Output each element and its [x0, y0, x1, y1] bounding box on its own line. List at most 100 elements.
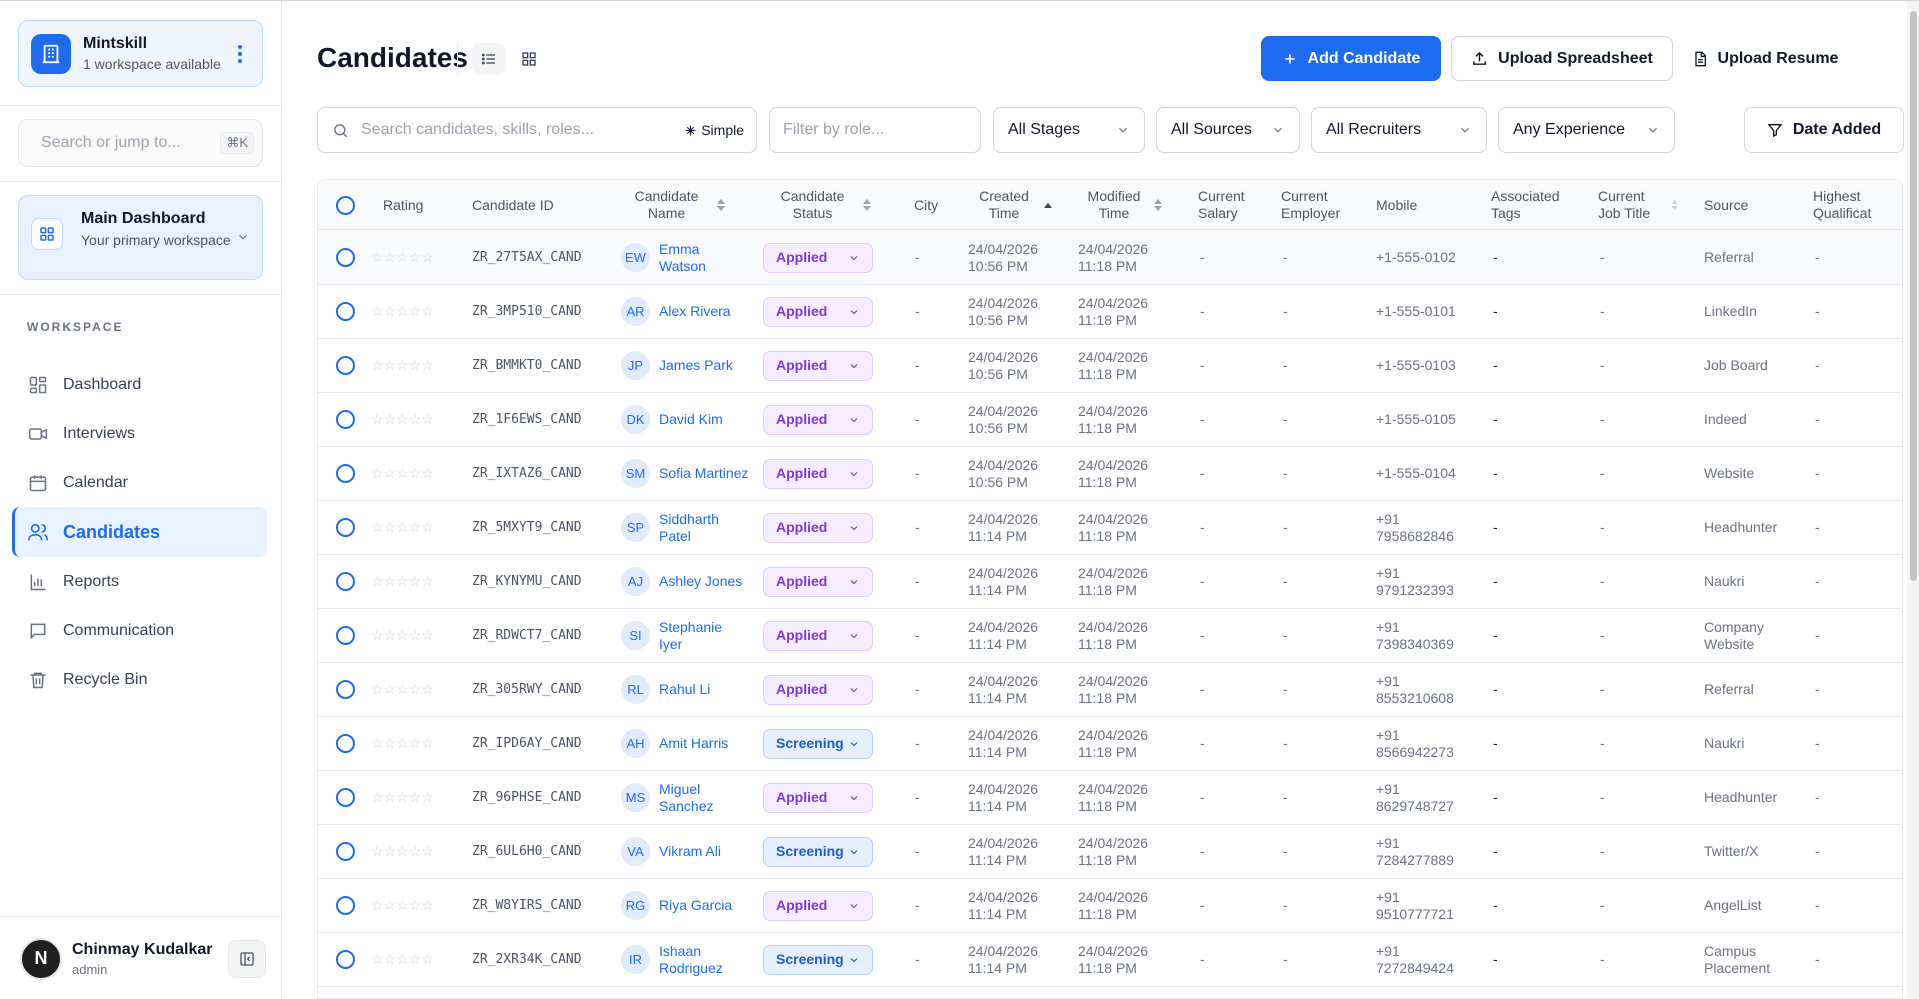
col-candidate-id[interactable]: Candidate ID: [472, 180, 554, 230]
rating-stars[interactable]: ☆☆☆☆☆: [371, 339, 434, 392]
candidate-name-cell[interactable]: DK David Kim: [621, 393, 761, 446]
table-row[interactable]: ☆☆☆☆☆ ZR_305RWY_CAND RL Rahul Li Applied - 24/…: [318, 663, 1902, 717]
col-created-time[interactable]: Created Time: [968, 180, 1058, 230]
candidate-name-cell[interactable]: SI Stephanie Iyer: [621, 609, 761, 662]
candidate-name-link[interactable]: Sofia Martinez: [659, 465, 749, 482]
user-profile[interactable]: N Chinmay Kudalkar admin: [0, 916, 281, 999]
table-row[interactable]: ☆☆☆☆☆ ZR_5MXYT9_CAND SP Siddharth Patel Appl…: [318, 501, 1902, 555]
col-candidate-name[interactable]: Candidate Name: [618, 180, 733, 230]
table-row[interactable]: ☆☆☆☆☆ ZR_IXTAZ6_CAND SM Sofia Martinez Appli…: [318, 447, 1902, 501]
candidate-name-link[interactable]: David Kim: [659, 411, 749, 428]
row-select-radio[interactable]: [336, 518, 355, 537]
row-select-radio[interactable]: [336, 950, 355, 969]
candidate-name-link[interactable]: Alex Rivera: [659, 303, 749, 320]
candidate-name-cell[interactable]: AJ Ashley Jones: [621, 555, 761, 608]
candidate-name-link[interactable]: Vikram Ali: [659, 843, 749, 860]
rating-stars[interactable]: ☆☆☆☆☆: [371, 609, 434, 662]
status-dropdown[interactable]: Applied: [763, 890, 873, 921]
row-select-radio[interactable]: [336, 842, 355, 861]
status-dropdown[interactable]: Applied: [763, 296, 873, 327]
rating-stars[interactable]: ☆☆☆☆☆: [371, 933, 434, 986]
status-dropdown[interactable]: Screening: [763, 836, 873, 867]
page-scrollbar[interactable]: [1907, 1, 1919, 999]
status-dropdown[interactable]: Screening: [763, 944, 873, 975]
table-row[interactable]: ☆☆☆☆☆ ZR_96PHSE_CAND MS Miguel Sanchez Appli…: [318, 771, 1902, 825]
sidebar-item-interviews[interactable]: Interviews: [12, 409, 267, 458]
col-associated-tags[interactable]: Associated Tags: [1491, 180, 1571, 230]
rating-stars[interactable]: ☆☆☆☆☆: [371, 393, 434, 446]
candidate-name-cell[interactable]: EW Emma Watson: [621, 231, 761, 284]
rating-stars[interactable]: ☆☆☆☆☆: [371, 231, 434, 284]
row-select-radio[interactable]: [336, 626, 355, 645]
row-select-radio[interactable]: [336, 680, 355, 699]
candidate-name-link[interactable]: Ishaan Rodriguez: [659, 943, 749, 977]
col-city[interactable]: City: [914, 180, 938, 230]
table-row[interactable]: ☆☆☆☆☆ ZR_BMMKT0_CAND JP James Park Applied - 2…: [318, 339, 1902, 393]
rating-stars[interactable]: ☆☆☆☆☆: [371, 285, 434, 338]
candidate-name-link[interactable]: Ashley Jones: [659, 573, 749, 590]
row-select-radio[interactable]: [336, 248, 355, 267]
candidate-name-cell[interactable]: AH Amit Harris: [621, 717, 761, 770]
sidebar-item-dashboard[interactable]: Dashboard: [12, 360, 267, 409]
grid-view-button[interactable]: [512, 43, 546, 75]
recruiters-select[interactable]: All Recruiters: [1311, 107, 1487, 153]
table-row[interactable]: ☆☆☆☆☆ ZR_27T5AX_CAND EW Emma Watson Applied -…: [318, 231, 1902, 285]
table-row[interactable]: ☆☆☆☆☆ ZR_KYNYMU_CAND AJ Ashley Jones Applied…: [318, 555, 1902, 609]
sidebar-item-reports[interactable]: Reports: [12, 557, 267, 606]
row-select-radio[interactable]: [336, 302, 355, 321]
sidebar-item-candidates[interactable]: Candidates: [12, 507, 267, 557]
status-dropdown[interactable]: Applied: [763, 242, 873, 273]
status-dropdown[interactable]: Applied: [763, 620, 873, 651]
candidate-name-link[interactable]: Rahul Li: [659, 681, 749, 698]
chevron-down-icon[interactable]: [236, 230, 250, 249]
rating-stars[interactable]: ☆☆☆☆☆: [371, 447, 434, 500]
rating-stars[interactable]: ☆☆☆☆☆: [371, 663, 434, 716]
row-select-radio[interactable]: [336, 356, 355, 375]
table-row[interactable]: ☆☆☆☆☆ ZR_RDWCT7_CAND SI Stephanie Iyer Appli…: [318, 609, 1902, 663]
row-select-radio[interactable]: [336, 788, 355, 807]
search-mode-toggle[interactable]: Simple: [684, 122, 744, 138]
collapse-sidebar-button[interactable]: [228, 939, 266, 978]
sidebar-item-calendar[interactable]: Calendar: [12, 458, 267, 507]
row-select-radio[interactable]: [336, 734, 355, 753]
candidate-name-cell[interactable]: MS Miguel Sanchez: [621, 771, 761, 824]
row-select-radio[interactable]: [336, 410, 355, 429]
candidate-name-cell[interactable]: IR Ishaan Rodriguez: [621, 933, 761, 986]
candidate-name-link[interactable]: Riya Garcia: [659, 897, 749, 914]
col-current-job-title[interactable]: Current Job Title: [1598, 180, 1678, 230]
main-dashboard-card[interactable]: Main Dashboard Your primary workspace: [18, 195, 263, 280]
col-mobile[interactable]: Mobile: [1376, 180, 1417, 230]
scrollbar-thumb[interactable]: [1910, 11, 1917, 581]
col-source[interactable]: Source: [1704, 180, 1748, 230]
search-jump-input[interactable]: Search or jump to... ⌘K: [18, 119, 263, 167]
candidate-name-cell[interactable]: RL Rahul Li: [621, 663, 761, 716]
more-options-icon[interactable]: [230, 39, 250, 69]
rating-stars[interactable]: ☆☆☆☆☆: [371, 555, 434, 608]
status-dropdown[interactable]: Applied: [763, 512, 873, 543]
candidate-name-link[interactable]: Stephanie Iyer: [659, 619, 749, 653]
row-select-radio[interactable]: [336, 572, 355, 591]
candidate-name-cell[interactable]: SP Siddharth Patel: [621, 501, 761, 554]
candidate-name-cell[interactable]: SM Sofia Martinez: [621, 447, 761, 500]
rating-stars[interactable]: ☆☆☆☆☆: [371, 825, 434, 878]
sources-select[interactable]: All Sources: [1156, 107, 1300, 153]
rating-stars[interactable]: ☆☆☆☆☆: [371, 879, 434, 932]
stages-select[interactable]: All Stages: [993, 107, 1145, 153]
candidate-name-link[interactable]: Amit Harris: [659, 735, 749, 752]
candidate-name-link[interactable]: Siddharth Patel: [659, 511, 749, 545]
status-dropdown[interactable]: Applied: [763, 566, 873, 597]
table-row[interactable]: ☆☆☆☆☆ ZR_2XR34K_CAND IR Ishaan Rodriguez Scr…: [318, 933, 1902, 987]
candidate-name-link[interactable]: Emma Watson: [659, 241, 749, 275]
status-dropdown[interactable]: Applied: [763, 404, 873, 435]
table-row[interactable]: ☆☆☆☆☆ ZR_3MP510_CAND AR Alex Rivera Applied -…: [318, 285, 1902, 339]
list-view-button[interactable]: [472, 43, 506, 75]
table-row[interactable]: ☆☆☆☆☆ ZR_W8YIRS_CAND RG Riya Garcia Applied -…: [318, 879, 1902, 933]
sidebar-item-communication[interactable]: Communication: [12, 606, 267, 655]
rating-stars[interactable]: ☆☆☆☆☆: [371, 717, 434, 770]
col-rating[interactable]: Rating: [383, 180, 423, 230]
sidebar-item-recycle-bin[interactable]: Recycle Bin: [12, 655, 267, 704]
table-row[interactable]: ☆☆☆☆☆ ZR_1F6EWS_CAND DK David Kim Applied - 24…: [318, 393, 1902, 447]
status-dropdown[interactable]: Applied: [763, 782, 873, 813]
status-dropdown[interactable]: Applied: [763, 458, 873, 489]
candidate-name-cell[interactable]: AR Alex Rivera: [621, 285, 761, 338]
